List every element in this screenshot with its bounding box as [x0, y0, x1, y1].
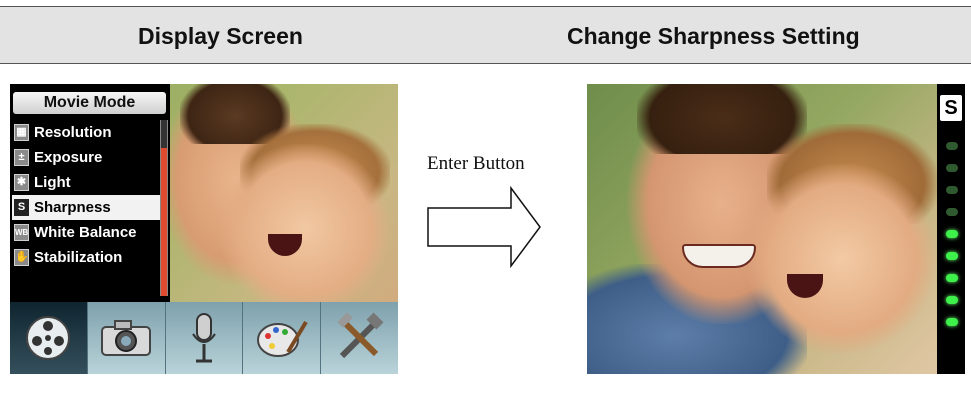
- sharpness-level-dot: [946, 230, 958, 238]
- light-icon: ✱: [14, 174, 29, 191]
- menu-item-label: Exposure: [34, 149, 103, 166]
- photo-man-smile: [682, 244, 756, 268]
- mode-tab-bar: [10, 302, 398, 374]
- right-arrow-icon: [427, 185, 541, 269]
- sharpness-level-dot: [946, 274, 958, 282]
- menu-item-label: Stabilization: [34, 249, 123, 266]
- tools-icon: [336, 312, 384, 359]
- sharpness-icon: S: [14, 199, 29, 216]
- tab-effects[interactable]: [242, 302, 320, 374]
- tab-setup[interactable]: [320, 302, 398, 374]
- movie-mode-menu: Movie Mode ▦ Resolution ± Exposure ✱ Lig…: [10, 84, 170, 302]
- enter-button-label: Enter Button: [427, 153, 525, 174]
- menu-item-label: Resolution: [34, 124, 112, 141]
- stabilization-icon: ✋: [14, 249, 29, 266]
- sharpness-preview-screen: [587, 84, 937, 374]
- menu-scrollbar[interactable]: [160, 120, 168, 296]
- photo-girl-face: [220, 144, 390, 314]
- menu-item-label: Light: [34, 174, 71, 191]
- display-screen: Movie Mode ▦ Resolution ± Exposure ✱ Lig…: [10, 84, 398, 374]
- menu-title: Movie Mode: [13, 92, 166, 114]
- white-balance-icon: WB: [14, 224, 29, 241]
- menu-item-label: White Balance: [34, 224, 137, 241]
- menu-item-sharpness[interactable]: S Sharpness: [12, 195, 160, 220]
- sharpness-level-dot: [946, 164, 958, 172]
- sharpness-badge: S: [940, 95, 962, 121]
- microphone-icon: [192, 313, 216, 363]
- menu-scroll-thumb[interactable]: [161, 148, 167, 296]
- change-sharpness-title: Change Sharpness Setting: [567, 23, 860, 49]
- header-bar: Display Screen Change Sharpness Setting: [0, 6, 971, 64]
- menu-item-stabilization[interactable]: ✋ Stabilization: [12, 245, 160, 270]
- menu-item-light[interactable]: ✱ Light: [12, 170, 160, 195]
- exposure-icon: ±: [14, 149, 29, 166]
- film-reel-icon: [26, 316, 71, 360]
- photo-girl-face: [747, 164, 937, 354]
- sharpness-level-dot: [946, 186, 958, 194]
- menu-item-label: Sharpness: [34, 199, 111, 216]
- tab-photo[interactable]: [86, 302, 165, 374]
- sharpness-level-dot: [946, 252, 958, 260]
- display-screen-title: Display Screen: [138, 23, 303, 49]
- sharpness-level-bar[interactable]: S: [937, 84, 965, 374]
- menu-item-resolution[interactable]: ▦ Resolution: [12, 120, 160, 145]
- tab-voice[interactable]: [164, 302, 243, 374]
- tab-movie[interactable]: [10, 302, 87, 374]
- menu-item-exposure[interactable]: ± Exposure: [12, 145, 160, 170]
- menu-item-white-balance[interactable]: WB White Balance: [12, 220, 160, 245]
- sharpness-level-dot: [946, 208, 958, 216]
- resolution-icon: ▦: [14, 124, 29, 141]
- palette-icon: [256, 320, 308, 357]
- sharpness-level-dot: [946, 318, 958, 326]
- sharpness-level-dot: [946, 142, 958, 150]
- camera-icon: [101, 320, 152, 356]
- sharpness-level-dot: [946, 296, 958, 304]
